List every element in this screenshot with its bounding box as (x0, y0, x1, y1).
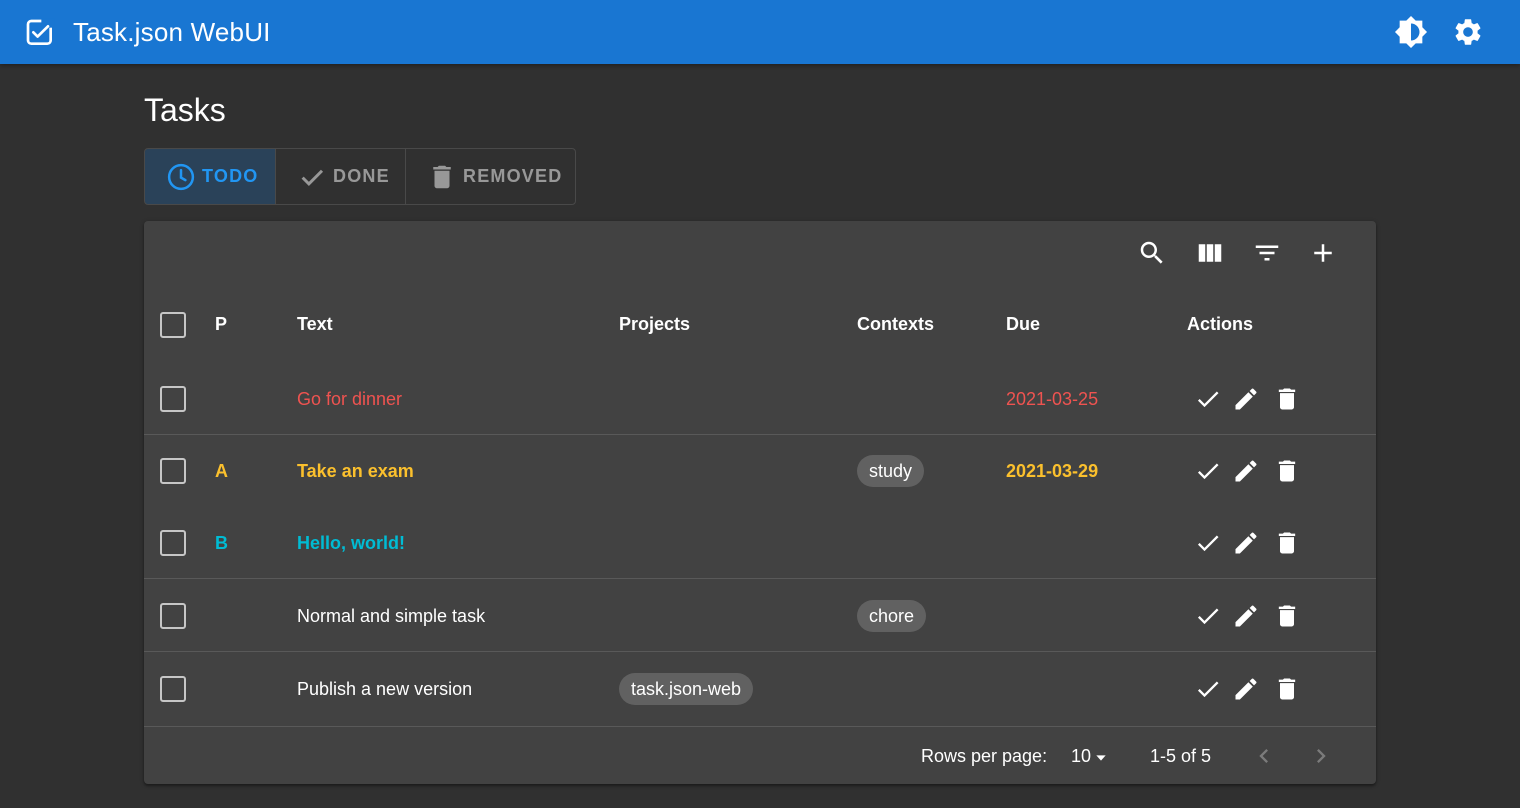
trash-icon (1273, 675, 1301, 703)
chevron-left-icon (1250, 742, 1278, 770)
edit-button[interactable] (1226, 451, 1266, 491)
caret-down-icon (1091, 746, 1109, 766)
context-chip[interactable]: chore (857, 600, 927, 632)
row-checkbox[interactable] (160, 386, 186, 412)
app-title: Task.json WebUI (73, 17, 271, 47)
task-text: Go for dinner (297, 389, 403, 409)
edit-button[interactable] (1226, 523, 1266, 563)
trash-icon (1273, 602, 1301, 630)
table-row: Publish a new version task.json-web (144, 653, 1376, 725)
view-columns-button[interactable] (1190, 233, 1230, 273)
app-bar: Task.json WebUI (0, 0, 1520, 64)
tab-done-label: DONE (333, 166, 390, 186)
brightness-icon (1394, 15, 1428, 49)
check-icon (297, 162, 327, 192)
row-checkbox[interactable] (160, 676, 186, 702)
edit-button[interactable] (1226, 379, 1266, 419)
column-header-contexts[interactable]: Contexts (857, 291, 934, 358)
column-header-due[interactable]: Due (1006, 291, 1040, 358)
task-table: P Text Projects Contexts Due Actions Go … (144, 221, 1376, 784)
select-all-checkbox[interactable] (160, 312, 186, 338)
rows-per-page-value: 10 (1071, 746, 1092, 766)
mark-done-button[interactable] (1188, 596, 1228, 636)
priority-cell: B (215, 533, 228, 553)
row-checkbox[interactable] (160, 530, 186, 556)
task-text: Take an exam (297, 461, 414, 481)
due-date: 2021-03-25 (1006, 389, 1099, 409)
add-icon (1308, 238, 1338, 268)
edit-button[interactable] (1226, 669, 1266, 709)
task-text: Publish a new version (297, 679, 473, 699)
project-chip[interactable]: task.json-web (619, 673, 754, 705)
search-icon (1137, 238, 1167, 268)
previous-page-button[interactable] (1244, 736, 1284, 776)
check-icon (1194, 457, 1222, 485)
add-task-button[interactable] (1303, 233, 1343, 273)
pencil-icon (1232, 385, 1260, 413)
column-header-priority[interactable]: P (215, 291, 227, 358)
remove-button[interactable] (1267, 379, 1307, 419)
pencil-icon (1232, 675, 1260, 703)
pencil-icon (1232, 457, 1260, 485)
table-row: B Hello, world! (144, 507, 1376, 579)
row-checkbox[interactable] (160, 603, 186, 629)
tab-removed-label: REMOVED (463, 166, 563, 186)
theme-toggle-button[interactable] (1391, 12, 1431, 52)
table-row: A Take an exam study 2021-03-29 (144, 435, 1376, 507)
due-date: 2021-03-29 (1006, 461, 1099, 481)
priority-cell: A (215, 461, 228, 481)
chevron-right-icon (1307, 742, 1335, 770)
check-icon (1194, 675, 1222, 703)
status-tabs: TODO DONE REMOVED (144, 148, 576, 205)
remove-button[interactable] (1267, 596, 1307, 636)
trash-icon (1273, 385, 1301, 413)
row-checkbox[interactable] (160, 458, 186, 484)
next-page-button[interactable] (1301, 736, 1341, 776)
check-icon (1194, 529, 1222, 557)
remove-button[interactable] (1267, 523, 1307, 563)
table-header: P Text Projects Contexts Due Actions (144, 291, 1376, 358)
mark-done-button[interactable] (1188, 379, 1228, 419)
task-text: Normal and simple task (297, 606, 486, 626)
table-pagination: Rows per page: 10 1-5 of 5 (144, 726, 1376, 784)
tab-done[interactable]: DONE (275, 149, 405, 204)
table-row: Normal and simple task chore (144, 580, 1376, 652)
view-columns-icon (1195, 238, 1225, 268)
trash-icon (1273, 457, 1301, 485)
mark-done-button[interactable] (1188, 523, 1228, 563)
gear-icon (1452, 16, 1484, 48)
mark-done-button[interactable] (1188, 669, 1228, 709)
pencil-icon (1232, 529, 1260, 557)
trash-icon (1273, 529, 1301, 557)
filter-button[interactable] (1247, 233, 1287, 273)
tab-todo-label: TODO (202, 166, 259, 186)
context-chip[interactable]: study (857, 455, 925, 487)
table-row: Go for dinner 2021-03-25 (144, 363, 1376, 435)
mark-done-button[interactable] (1188, 451, 1228, 491)
check-icon (1194, 385, 1222, 413)
clock-icon (166, 162, 196, 192)
check-icon (1194, 602, 1222, 630)
pencil-icon (1232, 602, 1260, 630)
edit-button[interactable] (1226, 596, 1266, 636)
column-header-actions: Actions (1187, 314, 1254, 334)
tab-removed[interactable]: REMOVED (405, 149, 575, 204)
page-info: 1-5 of 5 (1150, 746, 1212, 766)
filter-icon (1252, 238, 1282, 268)
search-button[interactable] (1132, 233, 1172, 273)
trash-icon (427, 162, 457, 192)
column-header-text[interactable]: Text (297, 291, 333, 358)
tab-todo[interactable]: TODO (145, 149, 275, 204)
rows-per-page-select[interactable]: 10 (1071, 741, 1109, 771)
rows-per-page-label: Rows per page: (921, 746, 1048, 766)
task-text: Hello, world! (297, 533, 405, 553)
settings-button[interactable] (1448, 12, 1488, 52)
remove-button[interactable] (1267, 669, 1307, 709)
page-title: Tasks (144, 92, 226, 128)
task-check-icon (24, 17, 56, 49)
remove-button[interactable] (1267, 451, 1307, 491)
column-header-projects[interactable]: Projects (619, 291, 690, 358)
